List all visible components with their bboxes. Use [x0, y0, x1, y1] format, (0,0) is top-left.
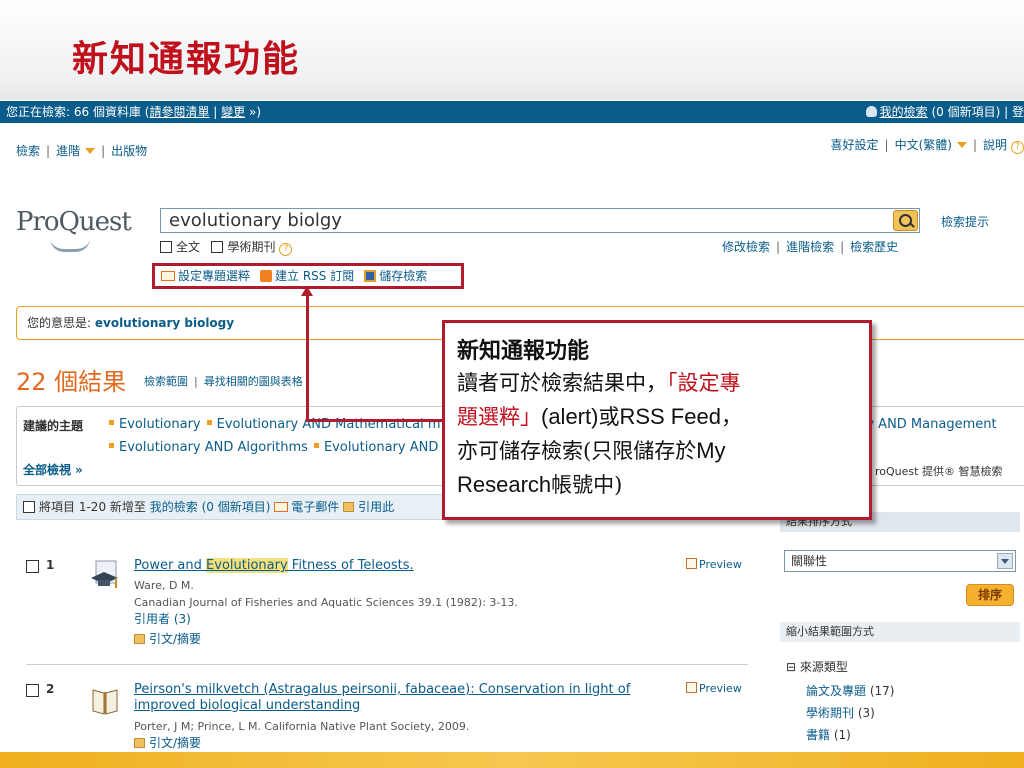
callout-body: 讀者可於檢索結果中，「設定專 題選粹」(alert)或RSS Feed， 亦可儲…	[457, 371, 742, 497]
help-icon[interactable]: ?	[279, 243, 293, 256]
result-source: Canadian Journal of Fisheries and Aquati…	[134, 596, 518, 609]
topic-link[interactable]: ry AND Management	[861, 417, 997, 432]
document-icon	[134, 738, 145, 748]
result-title-link[interactable]: Power and Evolutionary Fitness of Teleos…	[134, 558, 414, 573]
sort-button[interactable]: 排序	[966, 584, 1014, 606]
result-author: Ware, D M.	[134, 579, 194, 592]
search-history-link[interactable]: 檢索歷史	[850, 240, 898, 254]
modify-search-link[interactable]: 修改檢索	[722, 240, 770, 254]
slide-title: 新知通報功能	[72, 38, 301, 80]
abstract-link[interactable]: 引文/摘要	[134, 734, 201, 751]
result-number: 2	[46, 682, 55, 696]
nav-help[interactable]: 說明	[983, 138, 1007, 152]
cite-icon	[343, 502, 355, 512]
chevron-down-icon[interactable]	[997, 553, 1013, 569]
abstract-link[interactable]: 引文/摘要	[134, 630, 201, 647]
chevron-down-icon[interactable]	[956, 142, 967, 148]
scholarly-checkbox[interactable]	[211, 241, 224, 253]
mail-icon	[161, 271, 175, 281]
help-icon[interactable]: ?	[1011, 141, 1024, 154]
result-title-link[interactable]: Peirson's milkvetch (Astragalus peirsoni…	[134, 682, 630, 697]
status-searching: 您正在檢索: 66 個資料庫 (	[6, 105, 150, 119]
cite-link[interactable]: 引用此	[358, 500, 394, 514]
result-checkbox[interactable]	[26, 560, 39, 573]
rss-link[interactable]: 建立 RSS 訂閱	[275, 269, 354, 283]
callout-arrow	[306, 419, 444, 422]
suggested-topics-label: 建議的主題	[23, 419, 84, 433]
did-you-mean-suggestion[interactable]: evolutionary biology	[95, 316, 234, 330]
result-title-link[interactable]: improved biological understanding	[134, 698, 360, 713]
rss-icon	[260, 270, 273, 282]
select-all-checkbox[interactable]	[23, 501, 35, 513]
status-bar: 您正在檢索: 66 個資料庫 (請參閱清單 | 變更 ») 我的檢索 (0 個新…	[0, 101, 1024, 123]
callout-arrow	[306, 290, 309, 422]
proquest-logo[interactable]: ProQuest	[16, 207, 132, 237]
nav-preferences[interactable]: 喜好設定	[831, 138, 879, 152]
preview-icon	[686, 558, 697, 569]
full-text-checkbox[interactable]	[160, 241, 172, 253]
topic-link[interactable]: Evolutionary	[119, 417, 201, 432]
view-list-link[interactable]: 請參閱清單	[149, 105, 209, 119]
source-type-item[interactable]: 書籍 (1)	[806, 724, 894, 746]
search-tips-link[interactable]: 檢索提示	[941, 213, 989, 230]
nav-publications[interactable]: 出版物	[111, 144, 147, 158]
source-type-item[interactable]: 論文及專題 (17)	[806, 680, 894, 702]
slide-footer-bar	[0, 752, 1024, 768]
slide-header: 新知通報功能	[0, 0, 1024, 100]
search-filters: 全文 學術期刊?	[160, 238, 293, 256]
result-divider	[26, 664, 748, 665]
my-search-link[interactable]: 我的檢索	[880, 105, 928, 119]
related-figures-link[interactable]: 尋找相關的圖與表格	[204, 375, 303, 388]
person-icon	[865, 106, 877, 117]
cited-by-link[interactable]: 引用者 (3)	[134, 610, 191, 627]
source-type-toggle[interactable]: ⊟ 來源類型	[786, 658, 848, 675]
my-search-area: 我的檢索 (0 個新項目) | 登	[865, 101, 1024, 123]
preview-link[interactable]: Preview	[686, 558, 742, 571]
main-nav: 檢索 | 進階 | 出版物	[16, 144, 148, 158]
mail-icon	[274, 502, 289, 512]
results-count: 22 個結果	[16, 368, 127, 396]
document-icon	[134, 634, 145, 644]
book-icon	[92, 689, 118, 715]
narrow-results-heading: 縮小結果範圍方式	[780, 622, 1020, 642]
suggested-row-2: Evolutionary AND Algorithms Evolutionary …	[103, 440, 438, 455]
smart-search-note: roQuest 提供® 智慧檢索	[875, 465, 1003, 478]
logo-swoosh	[50, 238, 90, 252]
search-scope-link[interactable]: 檢索範圍	[144, 375, 188, 388]
topic-link[interactable]: Evolutionary AND	[324, 440, 438, 455]
save-search-link[interactable]: 儲存檢索	[379, 269, 427, 283]
preview-icon	[686, 682, 697, 693]
change-link[interactable]: 變更	[221, 105, 245, 119]
source-type-list: 論文及專題 (17) 學術期刊 (3) 書籍 (1)	[806, 680, 894, 746]
my-search-link[interactable]: 我的檢索	[150, 500, 198, 514]
chevron-down-icon[interactable]	[85, 148, 96, 154]
search-links: 修改檢索 | 進階檢索 | 檢索歷史	[722, 240, 899, 254]
util-nav: 喜好設定 | 中文(繁體) | 說明?	[831, 136, 1024, 154]
result-source: Porter, J M; Prince, L M. California Nat…	[134, 720, 470, 733]
search-input[interactable]: evolutionary biolgy	[160, 208, 920, 233]
set-alert-link[interactable]: 設定專題選粹	[178, 269, 250, 283]
search-icon[interactable]	[893, 210, 918, 231]
nav-search[interactable]: 檢索	[16, 144, 40, 158]
dissertation-icon	[91, 560, 118, 588]
result-number: 1	[46, 558, 55, 572]
result-item: 2 Peirson's milkvetch (Astragalus peirso…	[26, 682, 766, 751]
results-links: 檢索範圍 | 尋找相關的圖與表格	[144, 375, 303, 388]
result-checkbox[interactable]	[26, 684, 39, 697]
callout-box: 新知通報功能 讀者可於檢索結果中，「設定專 題選粹」(alert)或RSS Fe…	[442, 320, 872, 520]
callout-title: 新知通報功能	[457, 338, 590, 364]
save-icon	[364, 270, 377, 282]
email-link[interactable]: 電子郵件	[291, 500, 339, 514]
nav-language[interactable]: 中文(繁體)	[895, 138, 952, 152]
result-item: 1 Power and Evolutionary Fitness of Tele…	[26, 558, 766, 650]
preview-link[interactable]: Preview	[686, 682, 742, 695]
advanced-search-link[interactable]: 進階檢索	[786, 240, 834, 254]
topic-link[interactable]: Evolutionary AND Algorithms	[119, 440, 308, 455]
view-all-link[interactable]: 全部檢視 »	[23, 461, 83, 478]
sort-select[interactable]: 關聯性	[784, 550, 1016, 572]
source-type-item[interactable]: 學術期刊 (3)	[806, 702, 894, 724]
new-items-count: (0 個新項目) | 登	[927, 105, 1024, 119]
nav-advanced[interactable]: 進階	[56, 144, 80, 158]
